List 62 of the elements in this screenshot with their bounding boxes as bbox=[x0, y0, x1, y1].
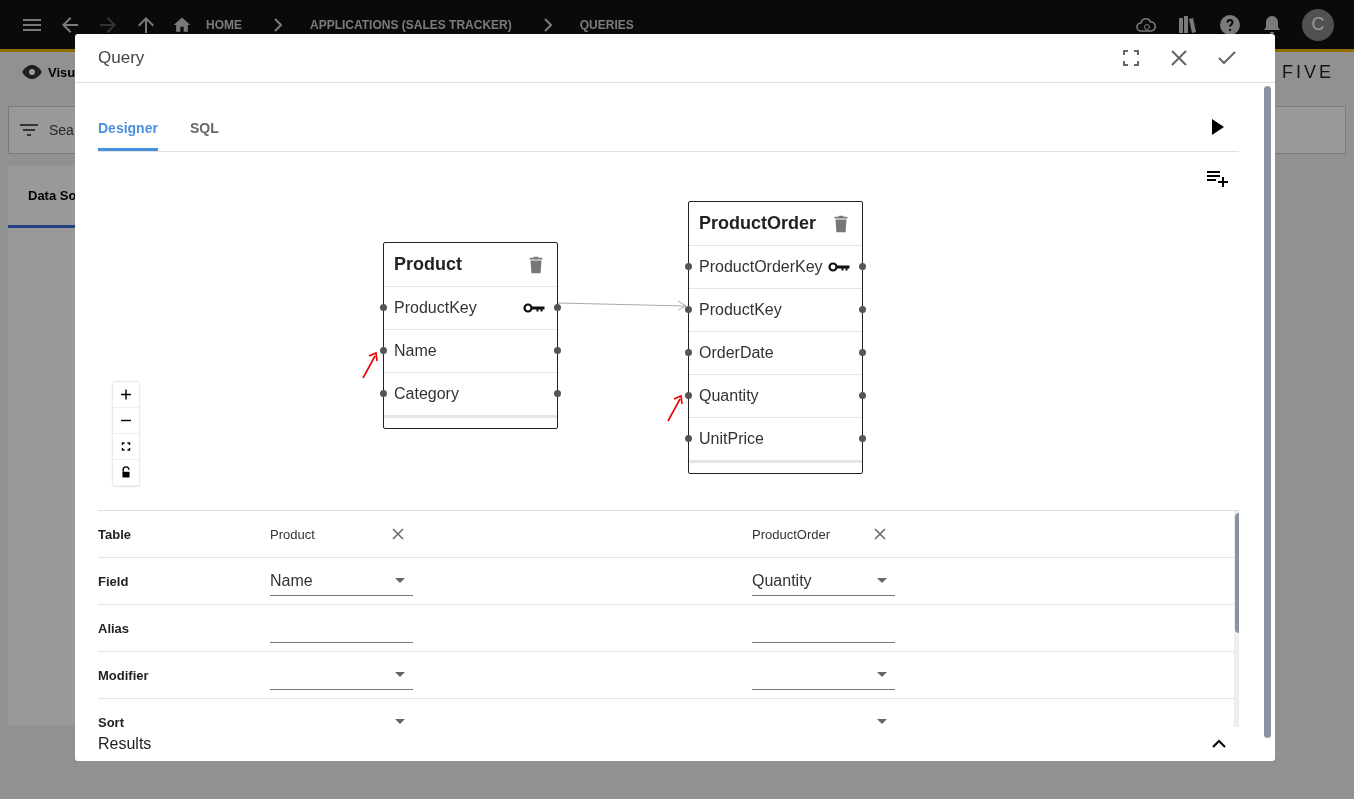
table-name: ProductOrder bbox=[752, 526, 832, 542]
connector-dot[interactable] bbox=[554, 390, 561, 397]
breadcrumb-link[interactable]: QUERIES bbox=[579, 17, 634, 32]
table-name: Product bbox=[270, 526, 316, 542]
field-name[interactable]: Quantity bbox=[699, 387, 759, 405]
connector-dot[interactable] bbox=[554, 347, 561, 354]
results-label: Results bbox=[98, 735, 152, 753]
field-name[interactable]: ProductOrderKey bbox=[699, 258, 823, 276]
table-name: Product bbox=[394, 254, 462, 275]
chevron-icon bbox=[274, 17, 282, 32]
view-label: Visu bbox=[48, 64, 76, 80]
breadcrumb-link[interactable]: APPLICATIONS (SALES TRACKER) bbox=[310, 17, 512, 32]
connector-dot[interactable] bbox=[685, 435, 692, 442]
field-name[interactable]: Category bbox=[394, 385, 459, 403]
connector-dot[interactable] bbox=[859, 435, 866, 442]
caret-icon bbox=[395, 578, 405, 583]
row-label: Sort bbox=[98, 714, 125, 727]
logo: FIVE bbox=[1282, 61, 1334, 83]
connector-dot[interactable] bbox=[380, 304, 387, 311]
connector-dot[interactable] bbox=[685, 306, 692, 313]
connector-dot[interactable] bbox=[380, 347, 387, 354]
chevron-icon bbox=[543, 17, 552, 32]
scrollbar-thumb[interactable] bbox=[1264, 86, 1271, 738]
connector-dot[interactable] bbox=[685, 392, 692, 399]
caret-icon bbox=[395, 719, 405, 724]
table-node[interactable]: Product ProductKey Name Category bbox=[383, 242, 558, 429]
field-name[interactable]: OrderDate bbox=[699, 344, 774, 362]
connector-dot[interactable] bbox=[859, 349, 866, 356]
key-icon bbox=[828, 261, 852, 273]
tab[interactable]: SQL bbox=[189, 120, 219, 151]
annotation-arrow bbox=[667, 394, 683, 422]
field-name[interactable]: ProductKey bbox=[699, 301, 782, 319]
caret-icon bbox=[877, 672, 887, 677]
key-icon bbox=[523, 302, 547, 314]
field-select[interactable]: Quantity bbox=[752, 566, 895, 596]
lock-icon[interactable] bbox=[113, 460, 139, 486]
connector-dot[interactable] bbox=[554, 304, 561, 311]
connector-dot[interactable] bbox=[859, 306, 866, 313]
row-label: Modifier bbox=[98, 667, 150, 683]
zoom-in-icon[interactable] bbox=[113, 382, 139, 408]
caret-icon bbox=[877, 719, 887, 724]
field-name[interactable]: ProductKey bbox=[394, 299, 477, 317]
caret-icon bbox=[395, 672, 405, 677]
breadcrumb-link[interactable]: HOME bbox=[206, 17, 242, 32]
table-name: ProductOrder bbox=[699, 213, 817, 234]
annotation-arrow bbox=[362, 351, 378, 379]
help-icon[interactable] bbox=[1218, 12, 1242, 37]
caret-icon bbox=[877, 578, 887, 583]
row-label: Field bbox=[98, 573, 130, 589]
connector-dot[interactable] bbox=[859, 263, 866, 270]
connector-dot[interactable] bbox=[685, 349, 692, 356]
connector-dot[interactable] bbox=[380, 390, 387, 397]
field-name[interactable]: UnitPrice bbox=[699, 430, 764, 448]
row-label: Table bbox=[98, 526, 132, 542]
field-name[interactable]: Name bbox=[394, 342, 437, 360]
connector-dot[interactable] bbox=[859, 392, 866, 399]
dialog-title: Query bbox=[98, 48, 145, 68]
fit-view-icon[interactable] bbox=[113, 434, 139, 460]
table-node[interactable]: ProductOrder ProductOrderKey ProductKey OrderDate Quantity UnitPrice bbox=[688, 201, 863, 474]
row-label: Alias bbox=[98, 620, 131, 636]
connector-dot[interactable] bbox=[685, 263, 692, 270]
field-select[interactable]: Name bbox=[270, 566, 413, 596]
